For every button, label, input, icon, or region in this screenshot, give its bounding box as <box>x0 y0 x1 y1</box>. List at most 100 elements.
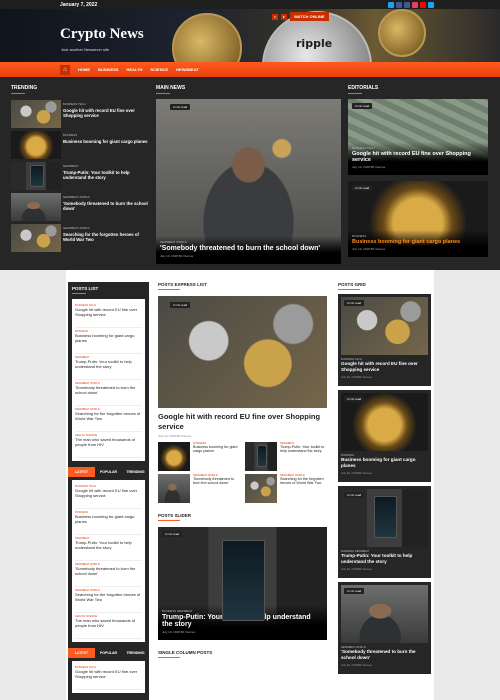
list-item[interactable]: BUSINESS Business booming for giant cargo… <box>11 131 151 159</box>
site-title[interactable]: Crypto News <box>60 26 144 43</box>
post-title[interactable]: 'Somebody threatened to burn the school … <box>63 201 151 212</box>
post-tags[interactable]: NEWSBEAT WORLD <box>63 226 151 231</box>
post-thumbnail[interactable] <box>158 441 190 471</box>
list-item[interactable]: BUSINESS Business booming for giant cargo… <box>75 509 142 535</box>
post-title[interactable]: Trump-Putin: Your toolkit to help unders… <box>341 553 428 565</box>
linkedin-icon[interactable] <box>404 1 410 8</box>
list-item[interactable]: BUSINESS TECH Google hit with record EU f… <box>75 664 142 690</box>
tab-latest[interactable]: LATEST <box>68 467 95 477</box>
post-title[interactable]: Business booming for giant cargo planes <box>352 239 484 245</box>
grid-card[interactable]: 2 min read BUSINESS NEWSBEAT Trump-Putin… <box>338 485 431 578</box>
editorial-card[interactable]: 2 min read BUSINESS Business booming for… <box>348 181 488 257</box>
post-title[interactable]: Trump-Putin: Your toolkit to help unders… <box>75 359 142 370</box>
post-tags[interactable]: NEWSBEAT WORLD <box>160 240 337 244</box>
tab-popular[interactable]: POPULAR <box>95 467 122 477</box>
post-thumbnail[interactable] <box>11 162 61 190</box>
list-item[interactable]: BUSINESS TECH Google hit with record EU f… <box>75 302 142 328</box>
list-item[interactable]: NEWSBEAT WORLD 'Somebody threatened to bu… <box>75 561 142 587</box>
facebook-icon[interactable] <box>396 1 402 8</box>
post-image[interactable]: 2 min read <box>341 392 428 451</box>
grid-card[interactable]: 2 min read BUSINESS Business booming for… <box>338 389 431 482</box>
nav-item-home[interactable]: HOME <box>78 67 90 72</box>
post-thumbnail[interactable] <box>245 473 277 503</box>
tab-trending[interactable]: TRENDING <box>122 467 149 477</box>
post-title[interactable]: 'Somebody threatened to burn the school … <box>75 385 142 396</box>
post-image[interactable]: 2 min read <box>158 296 327 408</box>
post-title[interactable]: Google hit with record EU fine over Shop… <box>75 669 142 680</box>
nav-item-newsbeat[interactable]: NEWSBEAT <box>176 67 199 72</box>
tab-latest[interactable]: LATEST <box>68 648 95 658</box>
slider-card[interactable]: 2 min read BUSINESS NEWSBEAT Trump-Putin… <box>158 526 327 640</box>
post-tags[interactable]: BUSINESS <box>63 133 148 138</box>
list-item[interactable]: HEALTH SCIENCE The man who saved thousand… <box>75 432 142 458</box>
post-tags[interactable]: NEWSBEAT <box>63 164 151 169</box>
post-title[interactable]: Google hit with record EU fine over Shop… <box>75 488 142 499</box>
nav-item-science[interactable]: SCIENCE <box>150 67 168 72</box>
post-title[interactable]: Searching for the forgotten heroes of Wo… <box>63 232 151 243</box>
list-item[interactable]: NEWSBEAT WORLD 'Somebody threatened to bu… <box>158 473 242 503</box>
post-tags[interactable]: BUSINESS <box>352 234 484 238</box>
post-title[interactable]: Google hit with record EU fine over Shop… <box>341 361 428 373</box>
post-title[interactable]: Google hit with record EU fine over Shop… <box>63 108 151 119</box>
main-news-card[interactable]: 2 min read NEWSBEAT WORLD 'Somebody thre… <box>156 99 341 264</box>
list-item[interactable]: BUSINESS TECH Google hit with record EU f… <box>75 483 142 509</box>
list-item[interactable]: BUSINESS Business booming for giant cargo… <box>158 441 242 471</box>
post-thumbnail[interactable] <box>245 441 277 471</box>
post-title[interactable]: Business booming for giant cargo planes <box>75 333 142 344</box>
post-title[interactable]: 'Somebody threatened to burn the school … <box>193 477 242 487</box>
tab-popular[interactable]: POPULAR <box>95 648 122 658</box>
list-item[interactable]: NEWSBEAT WORLD Searching for the forgotte… <box>75 587 142 613</box>
post-thumbnail[interactable] <box>11 193 61 221</box>
post-tags[interactable]: NEWSBEAT WORLD <box>63 195 151 200</box>
home-icon[interactable]: ⌂ <box>60 64 70 75</box>
vimeo-icon[interactable] <box>428 1 434 8</box>
post-thumbnail[interactable] <box>11 224 61 252</box>
post-image[interactable]: 2 min read <box>341 297 428 355</box>
list-item[interactable]: NEWSBEAT Trump-Putin: Your toolkit to hel… <box>75 535 142 561</box>
post-title[interactable]: Business booming for giant cargo planes <box>193 445 242 455</box>
nav-item-health[interactable]: HEALTH <box>126 67 142 72</box>
youtube-icon[interactable] <box>420 1 426 8</box>
grid-card[interactable]: 2 min read NEWSBEAT WORLD 'Somebody thre… <box>338 581 431 674</box>
list-item[interactable]: NEWSBEAT WORLD 'Somebody threatened to bu… <box>75 380 142 406</box>
twitter-icon[interactable] <box>388 1 394 8</box>
post-title[interactable]: Searching for the forgotten heroes of Wo… <box>75 592 142 603</box>
list-item[interactable]: NEWSBEAT WORLD Searching for the forgotte… <box>11 224 151 252</box>
nav-item-business[interactable]: BUSINESS <box>98 67 118 72</box>
post-title[interactable]: Trump-Putin: Your toolkit to help unders… <box>162 614 323 628</box>
post-title[interactable]: Business booming for giant cargo planes <box>341 457 428 469</box>
tab-trending[interactable]: TRENDING <box>122 648 149 658</box>
play-icon[interactable]: ▸ <box>281 13 287 20</box>
post-title[interactable]: Business booming for giant cargo planes <box>63 139 148 145</box>
post-tags[interactable]: BUSINESS NEWSBEAT <box>162 609 323 613</box>
post-title[interactable]: Google hit with record EU fine over Shop… <box>352 151 484 163</box>
list-item[interactable]: BUSINESS TECH Google hit with record EU f… <box>11 100 151 128</box>
post-image[interactable]: 2 min read <box>341 488 428 547</box>
post-image[interactable]: 2 min read <box>341 584 428 643</box>
list-item[interactable]: NEWSBEAT WORLD Searching for the forgotte… <box>75 406 142 432</box>
post-title[interactable]: 'Somebody threatened to burn the school … <box>75 566 142 577</box>
post-title[interactable]: Searching for the forgotten heroes of Wo… <box>75 411 142 422</box>
post-title[interactable]: The man who saved thousands of people fr… <box>75 618 142 629</box>
post-thumbnail[interactable] <box>11 131 61 159</box>
instagram-icon[interactable] <box>412 1 418 8</box>
list-item[interactable]: NEWSBEAT WORLD Searching for the forgotte… <box>245 473 329 503</box>
post-title[interactable]: Google hit with record EU fine over Shop… <box>158 412 329 432</box>
post-tags[interactable]: BUSINESS TECH <box>352 146 484 150</box>
post-title[interactable]: Trump-Putin: Your toolkit to help unders… <box>63 170 151 181</box>
post-thumbnail[interactable] <box>11 100 61 128</box>
search-icon[interactable]: ⌕ <box>272 13 278 20</box>
list-item[interactable]: BUSINESS Business booming for giant cargo… <box>75 328 142 354</box>
list-item[interactable]: NEWSBEAT Trump-Putin: Your toolkit to hel… <box>75 354 142 380</box>
list-item[interactable]: NEWSBEAT Trump-Putin: Your toolkit to hel… <box>245 441 329 471</box>
post-title[interactable]: Trump-Putin: Your toolkit to help unders… <box>280 445 329 455</box>
post-title[interactable]: 'Somebody threatened to burn the school … <box>341 649 428 661</box>
grid-card[interactable]: 2 min read BUSINESS TECH Google hit with… <box>338 294 431 386</box>
post-title[interactable]: Searching for the forgotten heroes of Wo… <box>280 477 329 487</box>
list-item[interactable]: HEALTH SCIENCE The man who saved thousand… <box>75 613 142 639</box>
list-item[interactable]: NEWSBEAT WORLD 'Somebody threatened to bu… <box>11 193 151 221</box>
list-item[interactable]: NEWSBEAT Trump-Putin: Your toolkit to hel… <box>11 162 151 190</box>
post-thumbnail[interactable] <box>158 473 190 503</box>
post-title[interactable]: 'Somebody threatened to burn the school … <box>160 245 337 252</box>
post-title[interactable]: Business booming for giant cargo planes <box>75 514 142 525</box>
